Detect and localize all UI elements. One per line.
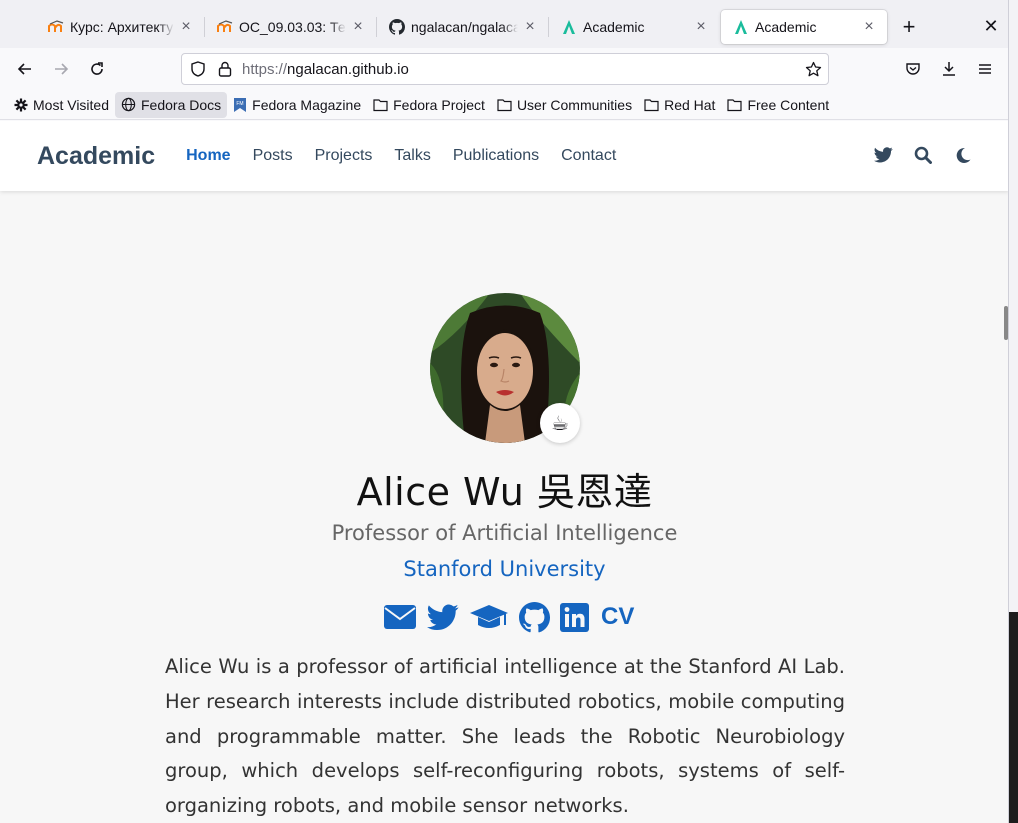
web-page: Academic Home Posts Projects Talks Publi… [0, 121, 1008, 823]
download-icon [943, 62, 955, 76]
bookmarks-toolbar: Most Visited Fedora Docs FM Fedora Magaz… [0, 90, 1008, 120]
social-links: CV [383, 601, 634, 633]
bookmark-red-hat[interactable]: Red Hat [638, 92, 721, 118]
menu-button[interactable] [969, 53, 1001, 85]
svg-text:FM: FM [237, 101, 244, 107]
bookmark-most-visited[interactable]: Most Visited [8, 92, 115, 118]
shield-icon[interactable] [190, 61, 206, 77]
arrow-right-icon [55, 63, 69, 75]
bookmark-fedora-magazine[interactable]: FM Fedora Magazine [227, 92, 367, 118]
tab-1[interactable]: Курс: Архитектура × [36, 10, 204, 44]
academic-icon [561, 19, 577, 35]
bookmark-label: Fedora Docs [141, 96, 222, 113]
profile-role: Professor of Artificial Intelligence [331, 521, 678, 545]
menu-home[interactable]: Home [175, 147, 241, 165]
bookmark-free-content[interactable]: Free Content [721, 92, 835, 118]
search-icon[interactable] [913, 145, 933, 165]
profile-bio: Alice Wu is a professor of artificial in… [165, 655, 845, 818]
tab-title: Academic [583, 19, 645, 35]
url-text[interactable]: https://ngalacan.github.io [242, 61, 409, 78]
fedora-magazine-icon: FM [233, 97, 247, 113]
toolbar-right [897, 53, 1001, 85]
linkedin-icon[interactable] [560, 601, 589, 633]
twitter-icon[interactable] [427, 601, 459, 633]
menu-projects[interactable]: Projects [304, 147, 384, 165]
site-navbar: Academic Home Posts Projects Talks Publi… [0, 121, 1008, 191]
reload-button[interactable] [81, 53, 113, 85]
bookmark-fedora-docs[interactable]: Fedora Docs [115, 91, 228, 118]
folder-icon [497, 98, 512, 112]
tab-4[interactable]: Academic × [549, 10, 719, 44]
menu-publications[interactable]: Publications [442, 147, 550, 165]
menu-talks[interactable]: Talks [383, 147, 441, 165]
close-icon[interactable]: × [178, 18, 194, 35]
bookmark-label: Fedora Magazine [252, 96, 362, 113]
tab-title: ОС_09.03.03: Тема [239, 19, 346, 35]
gear-icon [14, 98, 28, 112]
site-nav-icons [873, 145, 973, 165]
star-icon[interactable] [805, 61, 822, 78]
bookmark-fedora-project[interactable]: Fedora Project [367, 92, 491, 118]
moodle-icon [48, 19, 64, 35]
arrow-left-icon [17, 63, 31, 75]
hamburger-icon [979, 64, 991, 74]
close-icon[interactable]: × [350, 18, 366, 35]
academic-icon [733, 19, 749, 35]
url-host: ngalacan.github.io [287, 60, 409, 78]
new-tab-button[interactable]: + [893, 10, 925, 44]
graduation-cap-icon[interactable] [469, 601, 509, 633]
moodle-icon [217, 19, 233, 35]
close-icon[interactable]: × [861, 18, 877, 35]
profile-name: Alice Wu 吳恩達 [356, 470, 653, 514]
downloads-button[interactable] [933, 53, 965, 85]
tab-strip: Курс: Архитектура × ОС_09.03.03: Тема × … [0, 0, 1008, 48]
url-protocol: https:// [242, 60, 288, 78]
background-window-edge [1009, 0, 1018, 823]
tab-title: Academic [755, 19, 817, 35]
profile-organization-link[interactable]: Stanford University [0, 557, 1008, 581]
close-window-button[interactable]: ✕ [981, 16, 1001, 36]
github-icon [389, 19, 405, 35]
back-button[interactable] [9, 53, 41, 85]
folder-icon [373, 98, 388, 112]
tab-3[interactable]: ngalacan/ngalacan × [377, 10, 548, 44]
twitter-icon[interactable] [873, 145, 893, 165]
tab-title: Курс: Архитектура [70, 19, 174, 35]
reload-icon [91, 62, 103, 75]
profile-avatar-wrap: ☕ [430, 293, 580, 443]
lock-icon[interactable] [218, 61, 232, 77]
bookmark-label: Free Content [747, 96, 830, 113]
bookmark-user-communities[interactable]: User Communities [491, 92, 638, 118]
bookmark-label: Red Hat [664, 96, 716, 113]
close-icon[interactable]: × [693, 18, 709, 35]
envelope-icon[interactable] [383, 601, 417, 633]
close-icon[interactable]: × [522, 18, 538, 35]
github-icon[interactable] [519, 601, 550, 633]
menu-posts[interactable]: Posts [242, 147, 304, 165]
pocket-icon [906, 63, 920, 75]
folder-icon [644, 98, 659, 112]
site-brand-link[interactable]: Academic [37, 142, 155, 171]
pocket-button[interactable] [897, 53, 929, 85]
tab-title: ngalacan/ngalacan [411, 19, 518, 35]
moon-icon[interactable] [953, 145, 973, 165]
folder-icon [727, 98, 743, 112]
url-bar[interactable]: https://ngalacan.github.io [181, 53, 829, 85]
terminal-window-edge [1009, 612, 1018, 823]
bookmark-label: User Communities [516, 96, 633, 113]
forward-button[interactable] [45, 53, 77, 85]
bookmark-label: Fedora Project [393, 96, 485, 113]
browser-window: Курс: Архитектура × ОС_09.03.03: Тема × … [0, 0, 1009, 823]
tab-5-active[interactable]: Academic × [721, 10, 887, 44]
page-scrollbar[interactable] [1004, 306, 1008, 340]
navigation-toolbar: https://ngalacan.github.io [0, 48, 1008, 90]
cv-icon[interactable]: CV [601, 601, 634, 633]
bookmark-label: Most Visited [33, 96, 109, 113]
status-emoji: ☕ [540, 403, 580, 443]
tab-2[interactable]: ОС_09.03.03: Тема × [205, 10, 376, 44]
globe-icon [121, 97, 136, 112]
menu-contact[interactable]: Contact [550, 147, 627, 165]
site-menu: Home Posts Projects Talks Publications C… [175, 147, 627, 165]
